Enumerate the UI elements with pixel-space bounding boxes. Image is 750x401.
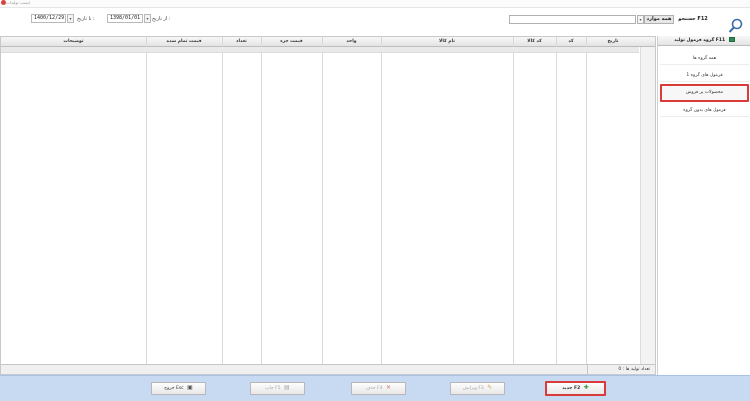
from-date-dropdown-icon[interactable]: ▾ xyxy=(144,14,151,23)
col-item-name[interactable]: نام کالا xyxy=(381,37,513,47)
new-button-label: جدید F2 xyxy=(562,386,581,391)
col-unit[interactable]: واحد xyxy=(322,37,381,47)
sidebar-header: گروه فرمول تولید F11 xyxy=(658,36,750,46)
filter-select[interactable]: همه موارد xyxy=(644,15,674,24)
sidebar-item-all-groups[interactable]: همه گروه ها xyxy=(660,53,749,65)
search-label[interactable]: جستجو F12 xyxy=(674,15,712,24)
col-unit-price[interactable]: قیمت جزء xyxy=(261,37,322,47)
print-button[interactable]: چاپ F5 ▤ xyxy=(250,382,305,395)
new-button[interactable]: جدید F2 ✚ xyxy=(545,381,606,396)
from-date-input[interactable]: 1398/01/01 xyxy=(107,14,143,23)
sidebar-item-no-group[interactable]: فرمول های بدون گروه xyxy=(660,105,749,117)
plus-icon: ✚ xyxy=(583,383,589,391)
grid-footer: تعداد تولید ها : 0 xyxy=(1,364,655,375)
column-divider xyxy=(381,37,382,364)
exit-icon: ▣ xyxy=(187,383,193,391)
delete-button-label: حذف F4 xyxy=(365,386,383,391)
title-bar: لیست تولیدات xyxy=(0,0,750,8)
to-date-label: تا تاریخ : xyxy=(77,16,95,22)
col-item-code[interactable]: کد کالا xyxy=(513,37,556,47)
search-icon[interactable] xyxy=(728,18,743,34)
window-title: لیست تولیدات xyxy=(6,0,30,5)
exit-button-label: خروج Esc xyxy=(164,386,184,391)
delete-icon: ✕ xyxy=(386,383,392,391)
column-divider xyxy=(261,37,262,364)
formula-group-sidebar: گروه فرمول تولید F11 همه گروه ها فرمول ه… xyxy=(657,36,750,375)
record-count: تعداد تولید ها : 0 xyxy=(587,365,653,375)
column-divider xyxy=(322,37,323,364)
search-input[interactable] xyxy=(509,15,636,24)
filter-row[interactable] xyxy=(1,47,639,53)
productions-grid: تاریخ کد کد کالا نام کالا واحد قیمت جزء … xyxy=(0,36,656,375)
grid-icon xyxy=(728,37,735,42)
column-divider xyxy=(556,37,557,364)
pencil-icon: ✎ xyxy=(487,383,493,391)
edit-button[interactable]: ویرایش F3 ✎ xyxy=(450,382,505,395)
to-date-input[interactable]: 1400/12/29 xyxy=(31,14,66,23)
column-divider xyxy=(146,37,147,364)
sidebar-item-group-1[interactable]: فرمول های گروه 1 xyxy=(660,70,749,82)
col-code[interactable]: کد xyxy=(556,37,586,47)
delete-button[interactable]: حذف F4 ✕ xyxy=(351,382,406,395)
col-quantity[interactable]: تعداد xyxy=(222,37,261,47)
action-bar: خروج Esc ▣ چاپ F5 ▤ حذف F4 ✕ ویرایش F3 ✎… xyxy=(0,375,750,401)
exit-button[interactable]: خروج Esc ▣ xyxy=(151,382,206,395)
filter-toolbar: 1400/12/29 ▾ تا تاریخ : 1398/01/01 ▾ از … xyxy=(0,8,750,34)
column-divider xyxy=(222,37,223,364)
to-date-dropdown-icon[interactable]: ▾ xyxy=(67,14,74,23)
col-date[interactable]: تاریخ xyxy=(586,37,640,47)
from-date-label: از تاریخ : xyxy=(152,16,171,22)
edit-button-label: ویرایش F3 xyxy=(462,386,484,391)
printer-icon: ▤ xyxy=(284,383,290,391)
print-button-label: چاپ F5 xyxy=(265,386,281,391)
vertical-scrollbar[interactable] xyxy=(640,47,655,364)
col-description[interactable]: توضیحات xyxy=(1,37,146,47)
chevron-down-icon[interactable]: ▾ xyxy=(637,15,644,24)
sidebar-item-bestsellers[interactable]: محصولات پر فروش xyxy=(660,84,749,102)
sidebar-header-label: گروه فرمول تولید F11 xyxy=(674,38,726,43)
column-divider xyxy=(513,37,514,364)
col-total-cost[interactable]: قیمت تمام شده xyxy=(146,37,222,47)
column-divider xyxy=(586,37,587,364)
